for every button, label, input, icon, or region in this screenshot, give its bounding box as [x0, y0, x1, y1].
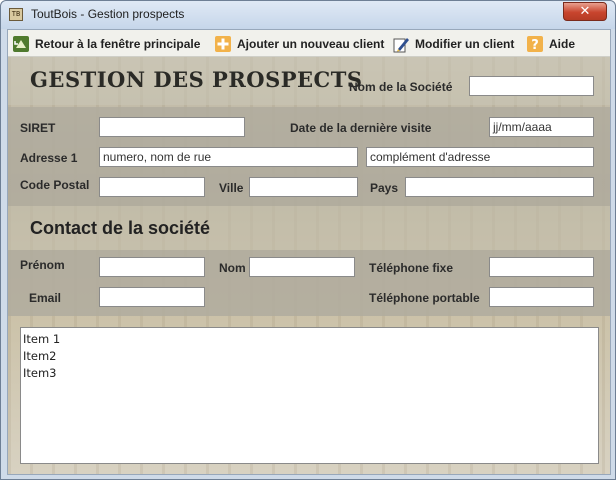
title-bar[interactable]: TB ToutBois - Gestion prospects ✕	[1, 1, 615, 29]
country-input[interactable]	[405, 177, 594, 197]
page-title: GESTION DES PROSPECTS	[30, 67, 363, 92]
toolbar-edit-client-button[interactable]: Modifier un client	[392, 34, 514, 54]
lastname-label: Nom	[219, 261, 246, 275]
email-input[interactable]	[99, 287, 205, 307]
window-title: ToutBois - Gestion prospects	[31, 7, 185, 21]
company-name-label: Nom de la Société	[349, 80, 453, 94]
client-area: Retour à la fenêtre principale Ajouter u…	[7, 29, 611, 475]
list-item[interactable]: Item2	[23, 348, 596, 365]
phone-input[interactable]	[489, 257, 594, 277]
list-item[interactable]: Item3	[23, 365, 596, 382]
address2-input[interactable]: complément d'adresse	[366, 147, 594, 167]
contact-section-title: Contact de la société	[30, 218, 211, 238]
firstname-input[interactable]	[99, 257, 205, 277]
help-question-icon: ?	[526, 35, 544, 53]
toolbar-add-client-label: Ajouter un nouveau client	[237, 37, 385, 51]
app-window: TB ToutBois - Gestion prospects ✕ Retour…	[0, 0, 616, 480]
toolbar-edit-client-label: Modifier un client	[415, 37, 515, 51]
toolbar-add-client-button[interactable]: Ajouter un nouveau client	[214, 34, 384, 54]
city-label: Ville	[219, 181, 244, 195]
postal-code-input[interactable]	[99, 177, 205, 197]
address-label: Adresse 1	[20, 151, 78, 165]
toolbar-help-label: Aide	[549, 37, 576, 51]
home-return-icon	[12, 35, 30, 53]
edit-pencil-icon	[392, 35, 410, 53]
toolbar: Retour à la fenêtre principale Ajouter u…	[8, 30, 610, 57]
phone-label: Téléphone fixe	[369, 261, 454, 275]
toolbar-help-button[interactable]: ? Aide	[526, 34, 575, 54]
address-input[interactable]: numero, nom de rue	[99, 147, 358, 167]
mobile-label: Téléphone portable	[369, 291, 480, 305]
toolbar-return-button[interactable]: Retour à la fenêtre principale	[12, 34, 200, 54]
plus-icon	[214, 35, 232, 53]
prospect-list[interactable]: Item 1 Item2 Item3	[20, 327, 599, 464]
firstname-label: Prénom	[20, 258, 65, 272]
company-name-input[interactable]	[469, 76, 594, 96]
svg-text:?: ?	[531, 38, 539, 53]
list-item[interactable]: Item 1	[23, 331, 596, 348]
last-visit-input[interactable]: jj/mm/aaaa	[489, 117, 594, 137]
last-visit-label: Date de la dernière visite	[290, 121, 432, 135]
mobile-input[interactable]	[489, 287, 594, 307]
toolbar-return-label: Retour à la fenêtre principale	[35, 37, 201, 51]
email-label: Email	[29, 291, 62, 305]
country-label: Pays	[370, 181, 399, 195]
postal-code-label: Code Postal	[20, 178, 90, 192]
siret-label: SIRET	[20, 121, 56, 135]
close-button[interactable]: ✕	[563, 2, 607, 21]
lastname-input[interactable]	[249, 257, 355, 277]
siret-input[interactable]	[99, 117, 245, 137]
city-input[interactable]	[249, 177, 358, 197]
app-icon: TB	[9, 8, 23, 21]
